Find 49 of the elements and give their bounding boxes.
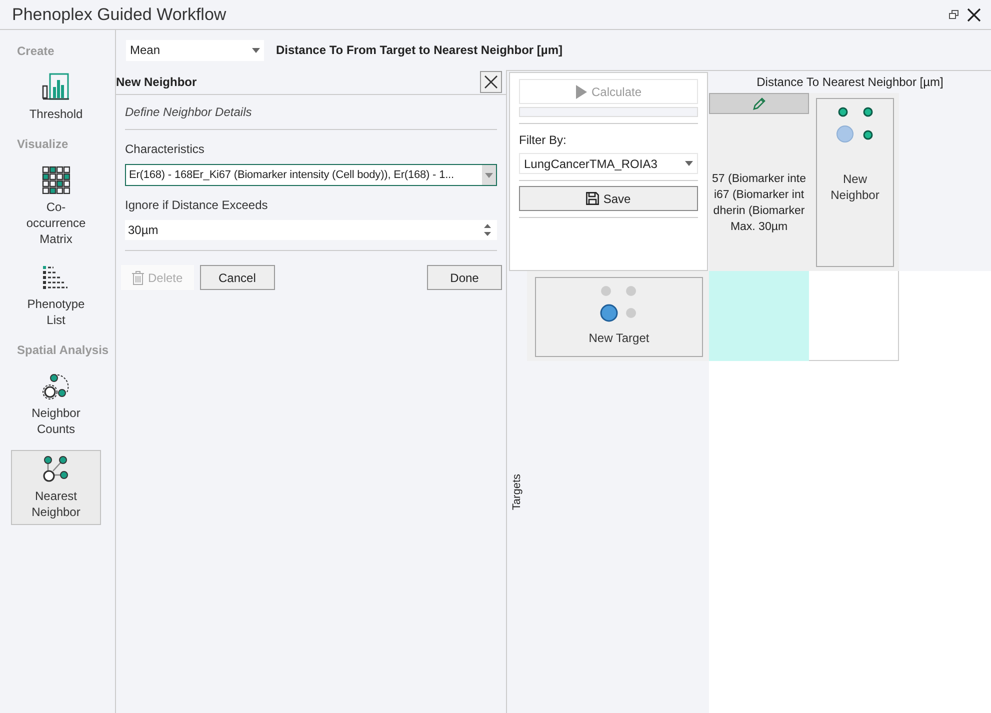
column-header-text: Max. 30µm bbox=[730, 220, 788, 234]
characteristics-dropdown[interactable]: Er(168) - 168Er_Ki67 (Biomarker intensity (Cell body)), Er(168) - 1... bbox=[125, 164, 497, 186]
new-target-button[interactable]: New Target bbox=[535, 277, 703, 357]
pencil-icon[interactable] bbox=[752, 96, 766, 110]
close-icon bbox=[484, 75, 498, 89]
nav-item[interactable]: Co-occurrence Matrix bbox=[11, 161, 101, 252]
caret-icon bbox=[685, 161, 693, 166]
panel-subtitle: Define Neighbor Details bbox=[125, 104, 253, 121]
panel-title: New Neighbor bbox=[116, 75, 197, 89]
action-button[interactable]: Done bbox=[427, 265, 502, 290]
section-heading: Visualize bbox=[17, 137, 68, 151]
grid-icon bbox=[42, 166, 70, 194]
statistic-dropdown[interactable]: Mean bbox=[126, 40, 264, 60]
play-icon bbox=[575, 84, 588, 98]
field-label: Characteristics bbox=[125, 142, 206, 156]
column-header-text: 57 (Biomarker inte bbox=[712, 172, 806, 186]
action-button[interactable]: Cancel bbox=[200, 265, 275, 290]
spin-arrows-icon bbox=[484, 224, 491, 236]
window-title: Phenoplex Guided Workflow bbox=[12, 4, 228, 24]
close-icon[interactable] bbox=[967, 8, 981, 22]
restore-icon[interactable] bbox=[949, 10, 959, 20]
nav-item[interactable]: Phenotype List bbox=[11, 260, 101, 333]
list-icon bbox=[42, 265, 70, 291]
nearest-neighbor-icon bbox=[42, 455, 70, 483]
field-label: Ignore if Distance Exceeds bbox=[125, 198, 269, 212]
field-label: Filter By: bbox=[519, 133, 568, 147]
table-cell[interactable] bbox=[709, 271, 809, 361]
save-button[interactable]: Save bbox=[519, 186, 698, 211]
column-header-text: i67 (Biomarker int bbox=[714, 188, 804, 202]
nav-item[interactable]: Neighbor Counts bbox=[11, 367, 101, 442]
section-heading: Create bbox=[17, 44, 54, 58]
nav-item[interactable]: Nearest Neighbor bbox=[11, 450, 101, 525]
column-header-text: dherin (Biomarker bbox=[713, 204, 805, 218]
nav-item[interactable]: Threshold bbox=[11, 68, 101, 127]
bar-chart-icon bbox=[41, 73, 71, 101]
trash-icon bbox=[132, 270, 144, 284]
filter-dropdown[interactable]: LungCancerTMA_ROIA3 bbox=[519, 153, 698, 174]
caret-icon bbox=[252, 48, 260, 52]
column-header[interactable]: 57 (Biomarker inte i67 (Biomarker int dherin (Biomarker Max. 30µm bbox=[709, 93, 809, 271]
caret-icon bbox=[485, 172, 493, 178]
new-neighbor-button[interactable]: New Neighbor bbox=[816, 98, 894, 267]
distance-spinbox[interactable]: 30µm bbox=[125, 220, 497, 240]
row-group-title: Targets bbox=[511, 474, 523, 510]
view-title: Distance To From Target to Nearest Neighbor [µm] bbox=[276, 43, 563, 57]
close-button[interactable] bbox=[480, 71, 502, 93]
section-heading: Spatial Analysis bbox=[17, 343, 109, 357]
table-cell[interactable] bbox=[809, 271, 899, 361]
column-group-title: Distance To Nearest Neighbor [µm] bbox=[756, 75, 944, 89]
neighbor-counts-icon bbox=[42, 372, 70, 400]
